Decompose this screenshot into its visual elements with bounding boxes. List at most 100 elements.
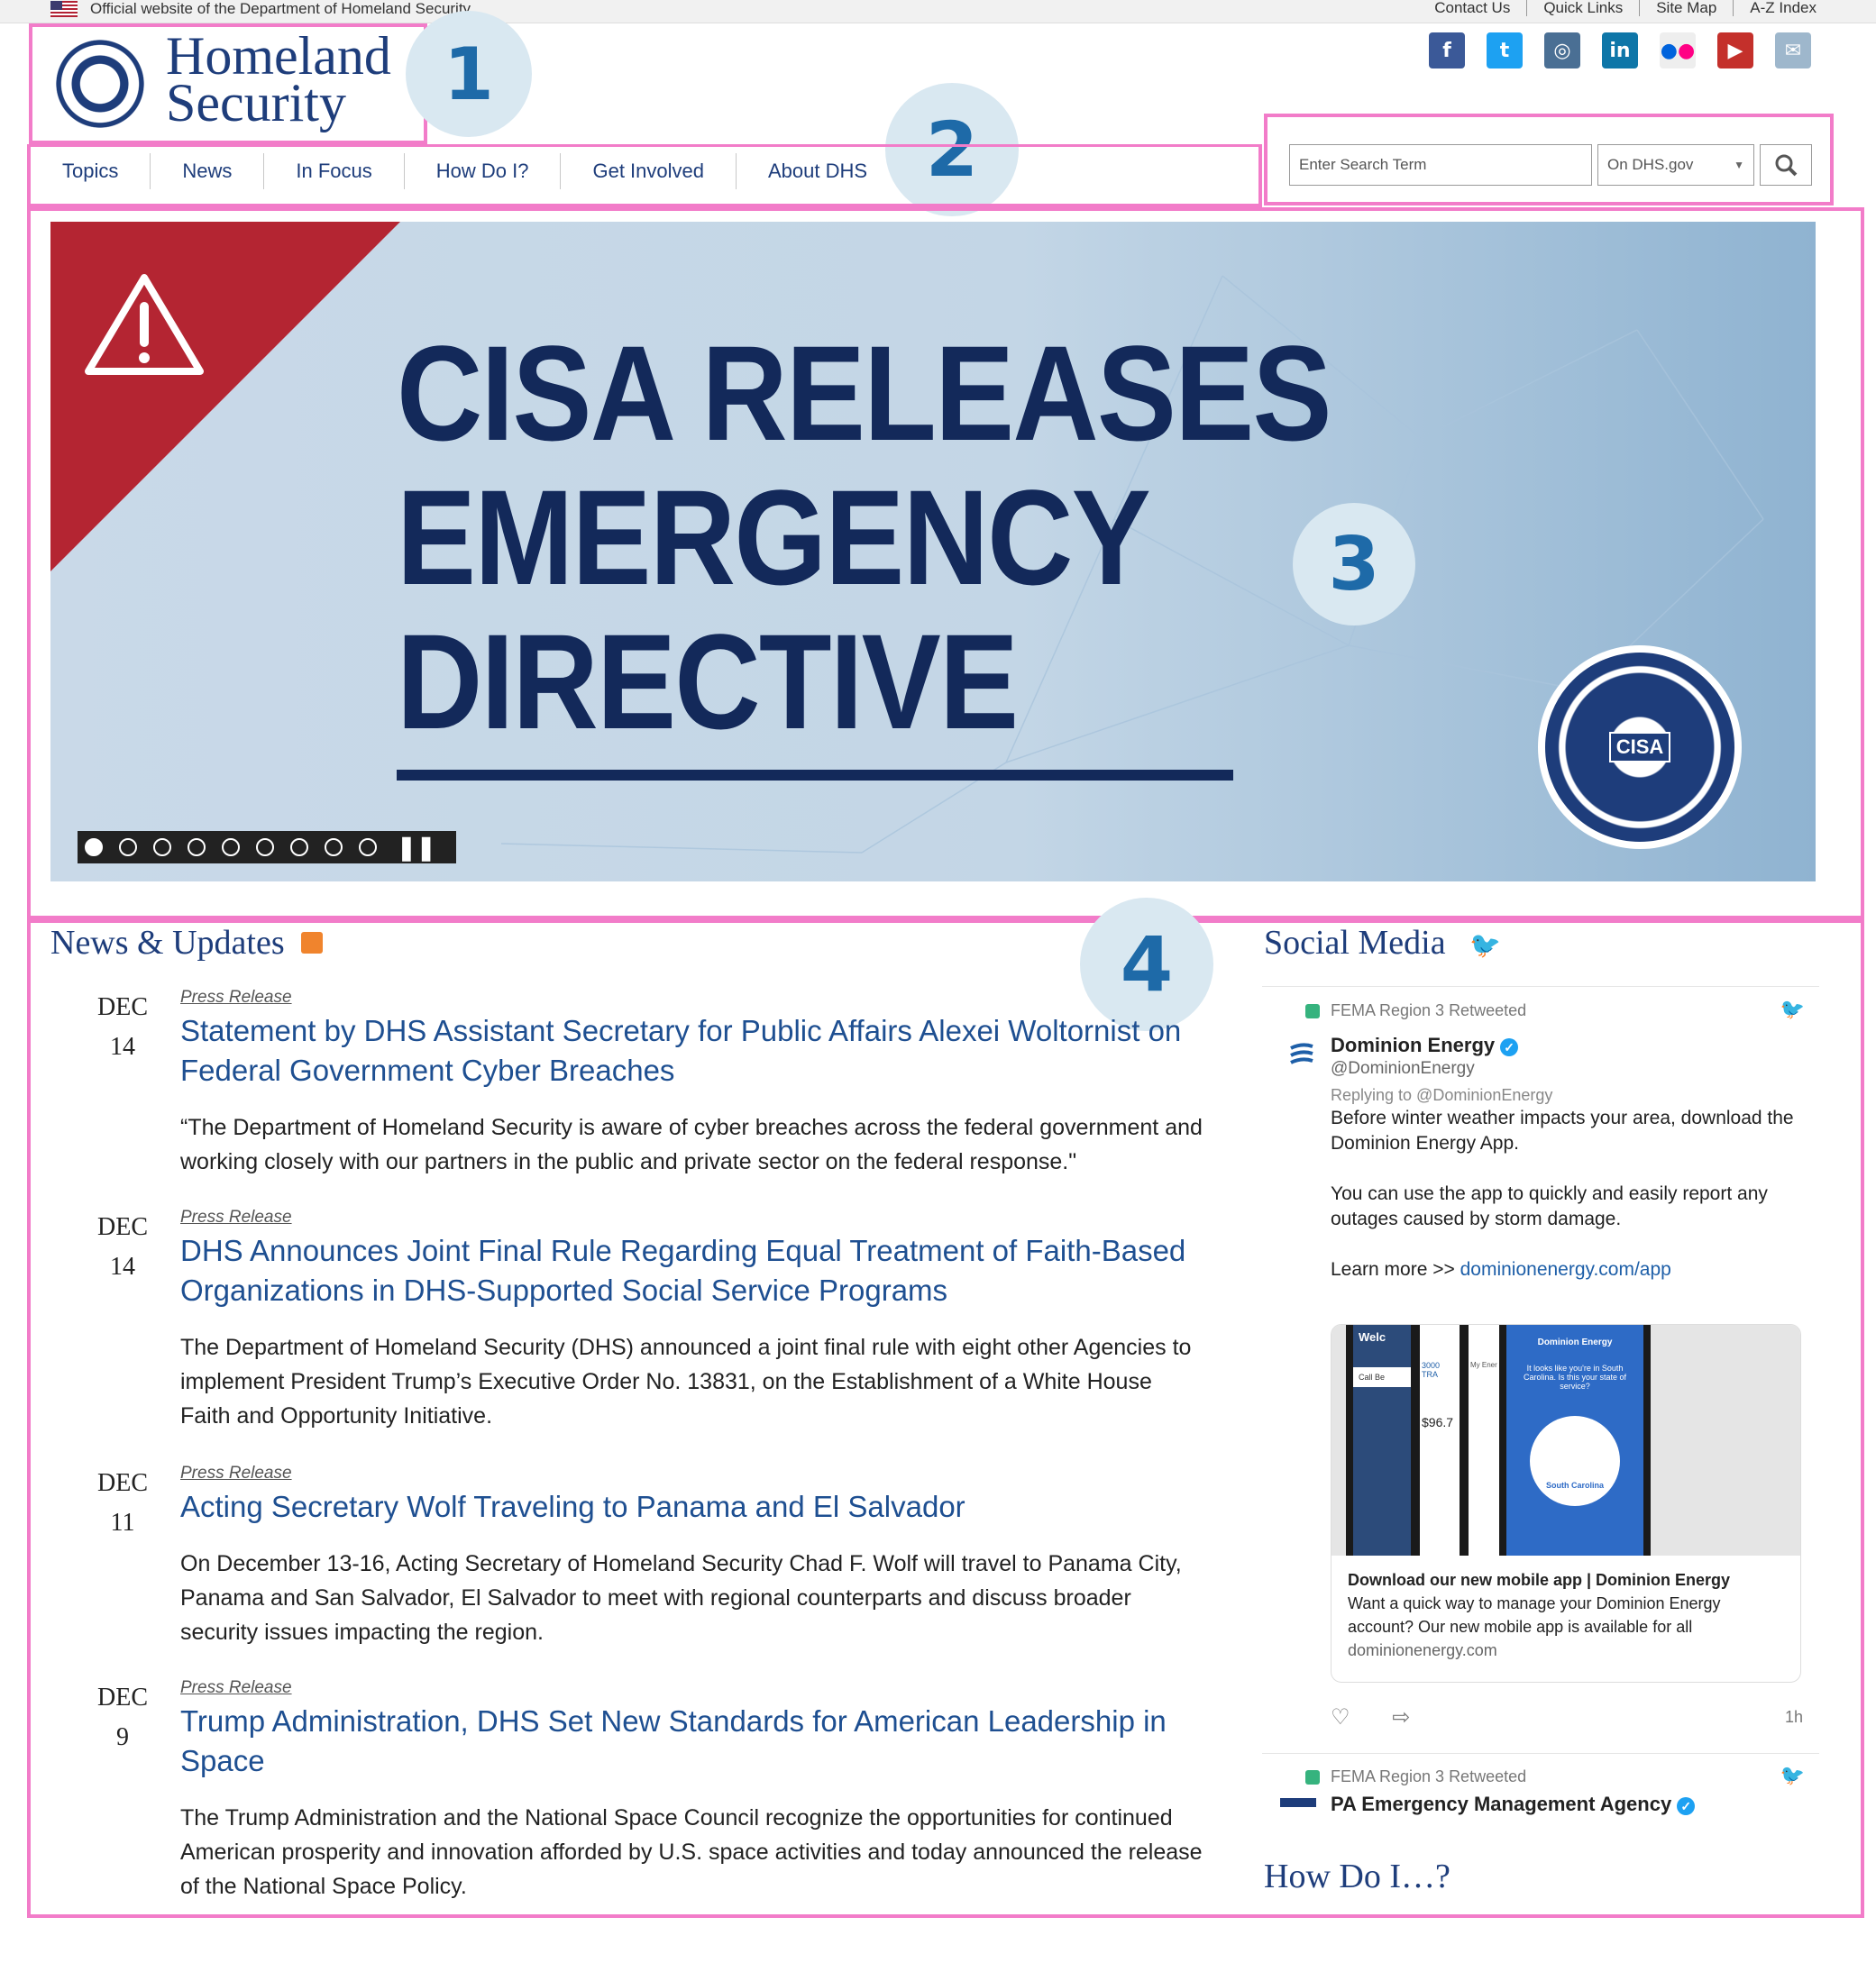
news-date: DEC 9 — [87, 1678, 159, 1758]
news-date: DEC 14 — [87, 1208, 159, 1287]
carousel-dot-3[interactable] — [153, 838, 171, 856]
phone-text: It looks like you're in South Carolina. … — [1523, 1364, 1627, 1391]
search-button[interactable] — [1760, 144, 1812, 186]
news-description: The Department of Homeland Security (DHS… — [180, 1335, 1192, 1429]
news-day: 14 — [110, 1253, 135, 1281]
site-map-link[interactable]: Site Map — [1640, 0, 1734, 16]
linkedin-icon[interactable]: in — [1602, 32, 1638, 68]
news-month: DEC — [97, 1469, 148, 1497]
retweet-icon — [1305, 1004, 1320, 1019]
search-scope-select[interactable]: On DHS.gov ▼ — [1597, 144, 1754, 186]
tweet-paragraph-3: Learn more >> dominionenergy.com/app — [1331, 1257, 1799, 1283]
news-description: On December 13-16, Acting Secretary of H… — [180, 1551, 1182, 1645]
share-icon[interactable]: ⇨ — [1392, 1705, 1410, 1730]
news-date: DEC 14 — [87, 988, 159, 1067]
news-day: 11 — [110, 1509, 135, 1537]
carousel-dot-1[interactable] — [85, 838, 103, 856]
card-body: Download our new mobile app | Dominion E… — [1332, 1556, 1800, 1675]
retweet-line: FEMA Region 3 Retweeted — [1305, 1767, 1526, 1786]
card-url: dominionenergy.com — [1348, 1641, 1497, 1659]
retweeted-by: FEMA Region 3 Retweeted — [1331, 1767, 1527, 1785]
tweet-paragraph-1: Before winter weather impacts your area,… — [1331, 1108, 1794, 1154]
pause-icon[interactable]: ❚❚ — [397, 834, 436, 862]
card-title: Download our new mobile app | Dominion E… — [1348, 1571, 1731, 1589]
tweet-author[interactable]: Dominion Energy ✓ — [1331, 1034, 1519, 1057]
news-month: DEC — [97, 1213, 148, 1241]
dominion-energy-logo-icon — [1290, 1043, 1313, 1064]
tweet-handle[interactable]: @DominionEnergy — [1331, 1059, 1475, 1079]
news-type-link[interactable]: Press Release — [180, 1208, 292, 1228]
verified-icon: ✓ — [1500, 1038, 1519, 1056]
dhs-seal-icon[interactable] — [50, 34, 150, 133]
nav-about-dhs[interactable]: About DHS — [737, 153, 899, 189]
news-title-link[interactable]: DHS Announces Joint Final Rule Regarding… — [180, 1231, 1208, 1310]
tweet-link-card[interactable]: Welc Call Be 3000 TRA $96.7 My Ener Domini… — [1331, 1324, 1801, 1683]
quick-links-link[interactable]: Quick Links — [1527, 0, 1641, 16]
tweet-divider — [1262, 1753, 1819, 1754]
phone-mockup: Dominion Energy It looks like you're in … — [1499, 1325, 1651, 1556]
news-item: DEC 14 Press Release Statement by DHS As… — [50, 988, 1222, 1186]
hero-carousel[interactable]: CISA RELEASES EMERGENCY DIRECTIVE CISA ❚… — [50, 222, 1816, 881]
tweet-link[interactable]: dominionenergy.com/app — [1460, 1259, 1671, 1280]
instagram-icon[interactable]: ◎ — [1544, 32, 1580, 68]
tweet-twitter-icon[interactable]: 🐦 — [1780, 1764, 1805, 1787]
news-type-link[interactable]: Press Release — [180, 1678, 292, 1698]
retweet-line: FEMA Region 3 Retweeted — [1305, 1001, 1526, 1020]
tweet-paragraph-2: You can use the app to quickly and easil… — [1331, 1183, 1768, 1229]
news-description: “The Department of Homeland Security is … — [180, 1115, 1203, 1174]
tweet-replying[interactable]: Replying to @DominionEnergy — [1331, 1086, 1552, 1105]
phone-mockup: 3000 TRA $96.7 — [1413, 1325, 1467, 1556]
chevron-down-icon: ▼ — [1734, 159, 1744, 171]
nav-how-do-i[interactable]: How Do I? — [405, 153, 562, 189]
news-title-link[interactable]: Acting Secretary Wolf Traveling to Panam… — [180, 1487, 1208, 1527]
news-item: DEC 9 Press Release Trump Administration… — [50, 1678, 1222, 1913]
news-item: DEC 11 Press Release Acting Secretary Wo… — [50, 1464, 1222, 1662]
news-description: The Trump Administration and the Nationa… — [180, 1805, 1203, 1899]
flickr-icon[interactable]: ● ● — [1660, 32, 1696, 68]
carousel-dot-8[interactable] — [325, 838, 343, 856]
contact-us-link[interactable]: Contact Us — [1418, 0, 1528, 16]
social-icons: f t ◎ in ● ● ▶ ✉ — [1429, 32, 1811, 68]
retweeted-by: FEMA Region 3 Retweeted — [1331, 1001, 1527, 1019]
official-website-text: Official website of the Department of Ho… — [90, 0, 471, 17]
card-image: Welc Call Be 3000 TRA $96.7 My Ener Domini… — [1332, 1325, 1800, 1556]
carousel-dot-5[interactable] — [222, 838, 240, 856]
hero-line-2: EMERGENCY — [397, 461, 1151, 613]
news-type-link[interactable]: Press Release — [180, 1464, 292, 1484]
twitter-icon[interactable]: t — [1487, 32, 1523, 68]
news-title-link[interactable]: Statement by DHS Assistant Secretary for… — [180, 1011, 1208, 1091]
carousel-controls: ❚❚ — [78, 831, 456, 863]
phone-text: Dominion Energy — [1537, 1338, 1613, 1347]
twitter-bird-icon: 🐦 — [1469, 931, 1501, 959]
carousel-dot-7[interactable] — [290, 838, 308, 856]
nav-topics[interactable]: Topics — [31, 153, 151, 189]
twitter-feed[interactable]: FEMA Region 3 Retweeted 🐦 Dominion Energ… — [1262, 986, 1819, 1815]
retweet-icon — [1305, 1770, 1320, 1785]
email-icon[interactable]: ✉ — [1775, 32, 1811, 68]
tweet-twitter-icon[interactable]: 🐦 — [1780, 998, 1805, 1021]
carousel-dot-9[interactable] — [359, 838, 377, 856]
nav-get-involved[interactable]: Get Involved — [561, 153, 737, 189]
facebook-icon[interactable]: f — [1429, 32, 1465, 68]
search-input[interactable]: Enter Search Term — [1289, 144, 1592, 186]
a-z-index-link[interactable]: A-Z Index — [1734, 0, 1817, 16]
news-date: DEC 11 — [87, 1464, 159, 1543]
carousel-dot-2[interactable] — [119, 838, 137, 856]
phone-text: South Carolina — [1545, 1481, 1604, 1490]
social-media-heading: Social Media — [1264, 924, 1446, 962]
tweet-author[interactable]: PA Emergency Management Agency ✓ — [1331, 1793, 1696, 1815]
news-type-link[interactable]: Press Release — [180, 988, 292, 1008]
carousel-dot-6[interactable] — [256, 838, 274, 856]
hero-underline — [397, 770, 1233, 781]
site-logo[interactable]: Homeland Security — [166, 29, 391, 130]
tweet-time[interactable]: 1h — [1785, 1708, 1803, 1727]
like-icon[interactable]: ♡ — [1331, 1705, 1350, 1730]
verified-icon: ✓ — [1677, 1797, 1696, 1815]
phone-text: My Ener — [1470, 1361, 1497, 1369]
nav-in-focus[interactable]: In Focus — [264, 153, 405, 189]
news-title-link[interactable]: Trump Administration, DHS Set New Standa… — [180, 1702, 1208, 1781]
rss-icon[interactable] — [301, 932, 323, 954]
youtube-icon[interactable]: ▶ — [1717, 32, 1753, 68]
nav-news[interactable]: News — [151, 153, 265, 189]
carousel-dot-4[interactable] — [188, 838, 206, 856]
